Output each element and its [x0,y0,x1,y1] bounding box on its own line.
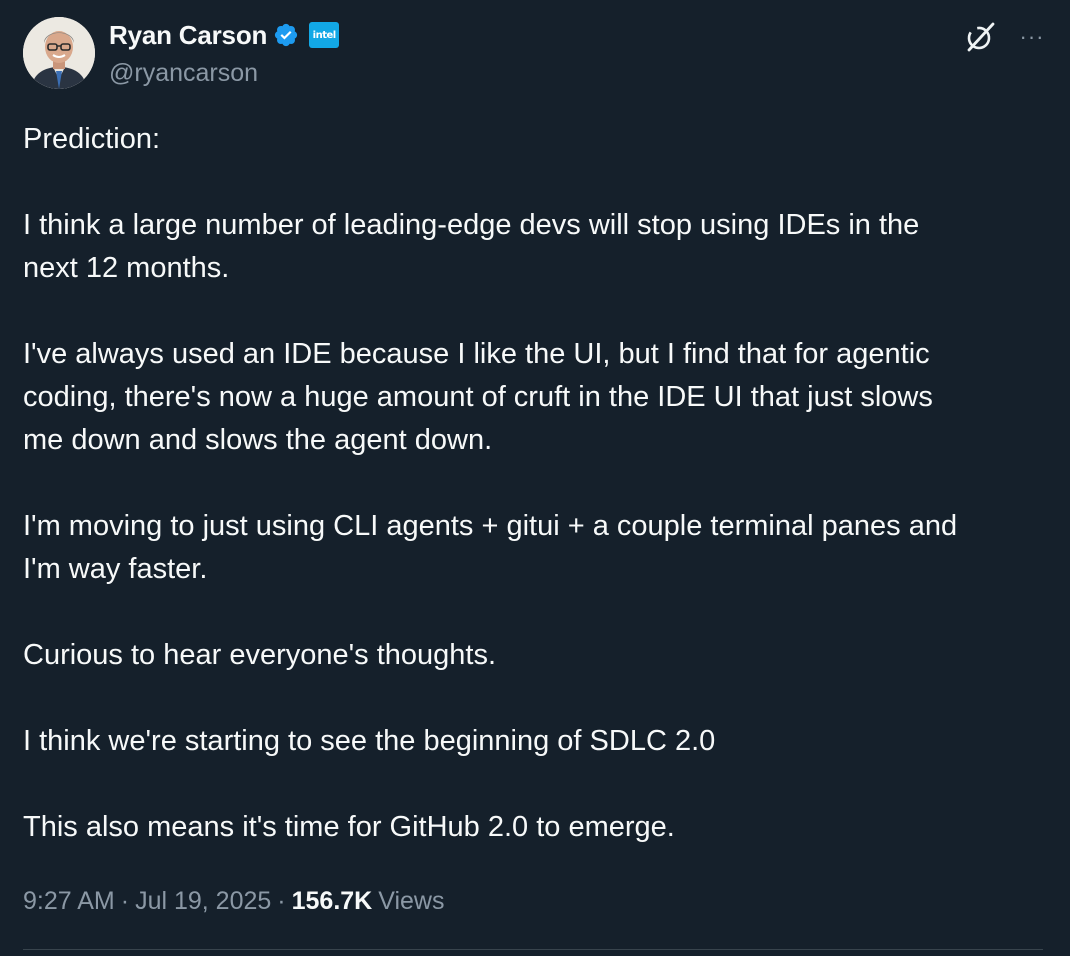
tweet-date[interactable]: Jul 19, 2025 [135,880,271,922]
more-icon[interactable]: ··· [1017,22,1047,52]
name-row: Ryan Carson intel [109,19,340,51]
tweet-paragraph: I'm moving to just using CLI agents + gi… [23,510,958,585]
views-label[interactable]: Views [378,880,444,922]
verified-badge-icon[interactable] [273,22,299,48]
tweet-paragraph: I think a large number of leading-edge d… [23,209,920,284]
grok-icon[interactable] [963,20,997,54]
views-count[interactable]: 156.7K [292,880,373,922]
tweet-meta: 9:27 AM · Jul 19, 2025 · 156.7K Views [23,880,444,922]
tweet-paragraph: Curious to hear everyone's thoughts. [23,639,497,671]
tweet-paragraph: This also means it's time for GitHub 2.0… [23,811,675,843]
author-block: Ryan Carson intel @ryancarson [109,19,340,91]
tweet-time[interactable]: 9:27 AM [23,880,115,922]
tweet-text: Prediction: I think a large number of le… [23,118,1047,849]
tweet-paragraph: Prediction: [23,123,161,155]
tweet-header: Ryan Carson intel @ryancarson ··· [23,17,1047,93]
display-name[interactable]: Ryan Carson [109,19,267,51]
profile-photo-icon [23,17,95,89]
meta-separator: · [277,887,286,915]
avatar[interactable] [23,17,95,89]
meta-separator: · [120,887,130,915]
top-actions: ··· [963,17,1047,57]
intel-affiliate-badge-icon[interactable]: intel [309,22,340,48]
author-handle[interactable]: @ryancarson [109,55,339,91]
tweet-paragraph: I think we're starting to see the beginn… [23,725,716,757]
divider [23,949,1043,950]
tweet-card: Ryan Carson intel @ryancarson ··· Predic… [0,0,1070,956]
tweet-paragraph: I've always used an IDE because I like t… [23,338,933,456]
